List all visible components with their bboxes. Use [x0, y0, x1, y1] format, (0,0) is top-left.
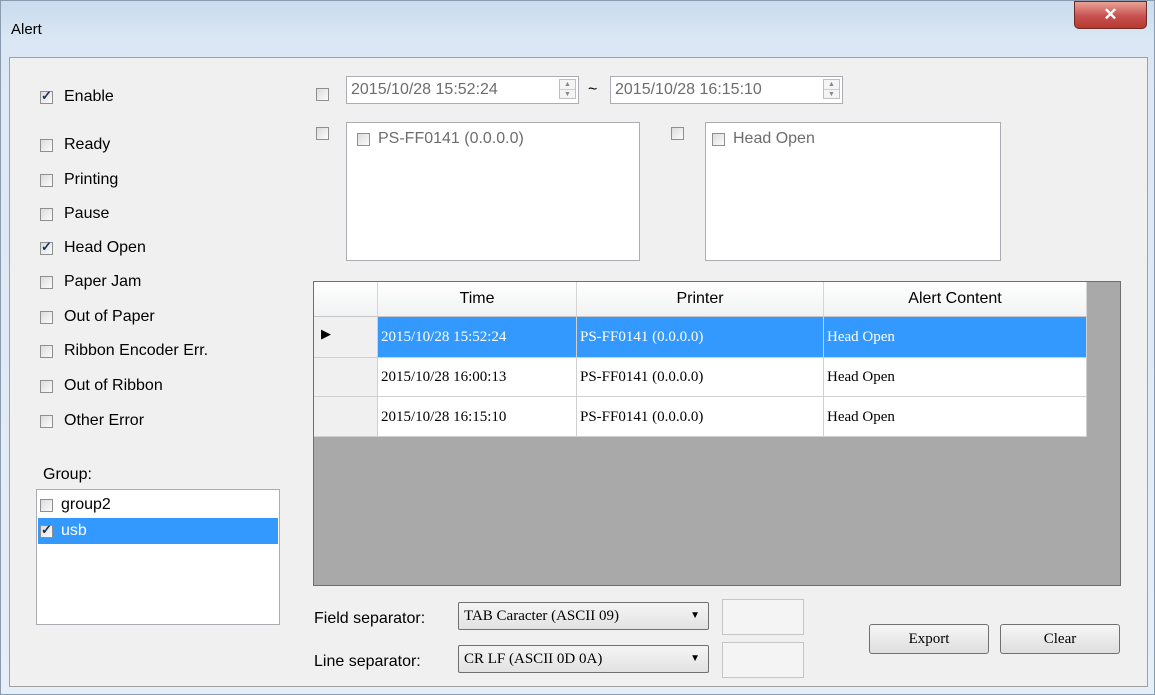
field-separator-custom-input[interactable]	[722, 599, 804, 635]
row-header[interactable]: ▶	[314, 317, 378, 358]
dropdown-arrow-icon: ▼	[690, 653, 700, 664]
status-checkbox-box[interactable]	[40, 207, 53, 221]
status-checkbox-box[interactable]	[40, 414, 53, 428]
alert-log-grid[interactable]: Time Printer Alert Content ▶ 2015/10/28 …	[313, 281, 1121, 586]
enable-checkbox[interactable]: Enable	[40, 88, 114, 106]
spin-up-icon[interactable]: ▲	[560, 80, 575, 90]
group-item-group2[interactable]: group2	[38, 495, 278, 515]
printer-item-label: PS-FF0141 (0.0.0.0)	[378, 130, 524, 147]
row-header-corner	[314, 282, 378, 317]
status-label: Printing	[64, 171, 119, 188]
status-ready-checkbox[interactable]: Ready	[40, 136, 110, 154]
line-separator-custom-input[interactable]	[722, 642, 804, 678]
table-cell-time[interactable]: 2015/10/28 15:52:24	[378, 317, 577, 358]
line-separator-select[interactable]: CR LF (ASCII 0D 0A) ▼	[458, 645, 709, 673]
table-cell-printer[interactable]: PS-FF0141 (0.0.0.0)	[577, 397, 824, 437]
field-separator-select[interactable]: TAB Caracter (ASCII 09) ▼	[458, 602, 709, 630]
window-title: Alert	[11, 21, 42, 38]
status-other-error-checkbox[interactable]: Other Error	[40, 412, 144, 430]
alert-filter-item[interactable]: Head Open	[712, 130, 815, 148]
status-label: Out of Ribbon	[64, 377, 163, 394]
enable-label: Enable	[64, 88, 114, 105]
printer-item-checkbox-box[interactable]	[357, 132, 370, 146]
table-cell-alert-content[interactable]: Head Open	[824, 358, 1087, 397]
start-date-value: 2015/10/28 15:52:24	[351, 81, 498, 98]
status-head-open-checkbox[interactable]: Head Open	[40, 239, 146, 257]
row-header[interactable]	[314, 358, 378, 397]
group-item-usb[interactable]: usb	[38, 518, 278, 544]
column-header-printer[interactable]: Printer	[577, 282, 824, 317]
group-list[interactable]: group2 usb	[36, 489, 280, 625]
status-pause-checkbox[interactable]: Pause	[40, 205, 109, 223]
alert-filter-checkbox[interactable]	[671, 127, 684, 140]
line-separator-value: CR LF (ASCII 0D 0A)	[464, 651, 603, 667]
end-date-spinner[interactable]: ▲ ▼	[823, 79, 840, 99]
column-header-alert-content[interactable]: Alert Content	[824, 282, 1087, 317]
status-label: Head Open	[64, 239, 146, 256]
table-cell-alert-content[interactable]: Head Open	[824, 317, 1087, 358]
date-range-separator: ~	[588, 81, 598, 98]
row-header[interactable]	[314, 397, 378, 437]
spin-down-icon[interactable]: ▼	[560, 90, 575, 99]
field-separator-value: TAB Caracter (ASCII 09)	[464, 608, 620, 624]
printer-filter-item[interactable]: PS-FF0141 (0.0.0.0)	[357, 130, 524, 148]
status-checkbox-box[interactable]	[40, 173, 53, 187]
start-date-picker[interactable]: 2015/10/28 15:52:24 ▲ ▼	[346, 76, 579, 104]
group-heading: Group:	[43, 466, 92, 483]
clear-button[interactable]: Clear	[1000, 624, 1120, 654]
table-cell-time[interactable]: 2015/10/28 16:00:13	[378, 358, 577, 397]
status-checkbox-box[interactable]	[40, 344, 53, 358]
alert-item-label: Head Open	[733, 130, 815, 147]
status-label: Other Error	[64, 412, 145, 429]
end-date-value: 2015/10/28 16:15:10	[615, 81, 762, 98]
group-checkbox-box[interactable]	[40, 522, 53, 538]
column-header-time[interactable]: Time	[378, 282, 577, 317]
alert-window: Alert ✕ Enable Ready Printing Pause Head…	[0, 0, 1155, 695]
start-date-spinner[interactable]: ▲ ▼	[559, 79, 576, 99]
status-label: Ribbon Encoder Err.	[64, 342, 209, 359]
export-button[interactable]: Export	[869, 624, 989, 654]
status-paper-jam-checkbox[interactable]: Paper Jam	[40, 273, 141, 291]
group-checkbox-box[interactable]	[40, 498, 53, 512]
printer-filter-list[interactable]: PS-FF0141 (0.0.0.0)	[346, 122, 640, 261]
status-checkbox-box[interactable]	[40, 138, 53, 152]
printer-filter-checkbox[interactable]	[316, 127, 329, 140]
end-date-picker[interactable]: 2015/10/28 16:15:10 ▲ ▼	[610, 76, 843, 104]
date-filter-checkbox[interactable]	[316, 88, 329, 101]
dropdown-arrow-icon: ▼	[690, 610, 700, 621]
table-cell-printer[interactable]: PS-FF0141 (0.0.0.0)	[577, 317, 824, 358]
status-out-of-ribbon-checkbox[interactable]: Out of Ribbon	[40, 377, 163, 395]
close-button[interactable]: ✕	[1074, 1, 1147, 29]
alert-item-checkbox-box[interactable]	[712, 132, 725, 146]
status-ribbon-encoder-checkbox[interactable]: Ribbon Encoder Err.	[40, 342, 208, 360]
status-checkbox-box[interactable]	[40, 275, 53, 289]
status-label: Out of Paper	[64, 308, 155, 325]
spin-down-icon[interactable]: ▼	[824, 90, 839, 99]
status-label: Ready	[64, 136, 111, 153]
table-cell-printer[interactable]: PS-FF0141 (0.0.0.0)	[577, 358, 824, 397]
status-label: Paper Jam	[64, 273, 142, 290]
group-item-label: group2	[61, 496, 111, 513]
enable-checkbox-box[interactable]	[40, 88, 53, 104]
status-printing-checkbox[interactable]: Printing	[40, 171, 118, 189]
status-label: Pause	[64, 205, 110, 222]
current-row-arrow-icon: ▶	[321, 327, 331, 342]
status-checkbox-box[interactable]	[40, 379, 53, 393]
close-icon: ✕	[1103, 5, 1118, 24]
line-separator-label: Line separator:	[314, 653, 421, 670]
status-out-of-paper-checkbox[interactable]: Out of Paper	[40, 308, 155, 326]
group-item-label: usb	[61, 522, 87, 539]
table-cell-alert-content[interactable]: Head Open	[824, 397, 1087, 437]
alert-filter-list[interactable]: Head Open	[705, 122, 1001, 261]
table-cell-time[interactable]: 2015/10/28 16:15:10	[378, 397, 577, 437]
field-separator-label: Field separator:	[314, 610, 426, 627]
spin-up-icon[interactable]: ▲	[824, 80, 839, 90]
status-checkbox-box[interactable]	[40, 310, 53, 324]
status-checkbox-box[interactable]	[40, 239, 53, 255]
